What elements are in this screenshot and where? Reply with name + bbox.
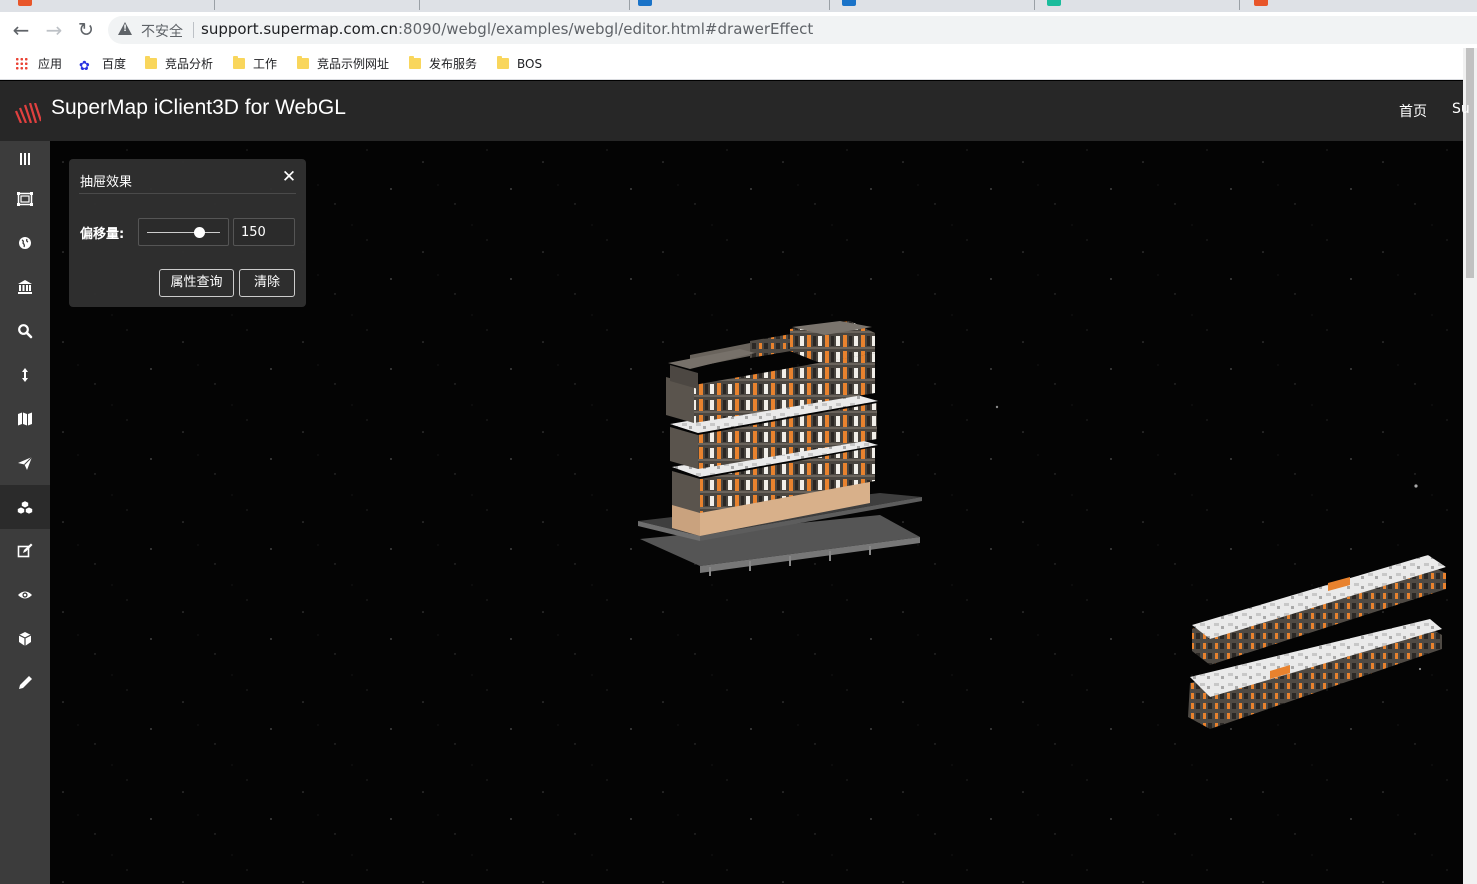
bookmark-baidu[interactable]: ✿ 百度 — [79, 55, 127, 74]
bookmark-folder[interactable]: 竞品分析 — [145, 55, 213, 73]
sidebar-item-globe[interactable] — [0, 221, 50, 265]
bars-icon — [20, 153, 30, 165]
folder-icon — [409, 56, 421, 69]
folder-icon — [145, 56, 157, 69]
star — [995, 405, 999, 409]
sidebar-item-layers[interactable] — [0, 177, 50, 221]
panel-divider — [79, 193, 296, 194]
browser-tab[interactable] — [215, 0, 420, 12]
bookmark-label: 竞品分析 — [165, 57, 214, 71]
slider-thumb[interactable] — [194, 227, 206, 238]
offset-input[interactable] — [233, 218, 295, 246]
paper-plane-icon — [18, 456, 33, 470]
url-path: :8090/webgl/examples/webgl/editor.html#d… — [398, 20, 814, 38]
app-title: SuperMap iClient3D for WebGL — [51, 96, 346, 119]
pencil-icon — [19, 676, 32, 689]
offset-slider[interactable] — [138, 218, 229, 246]
nav-home[interactable]: 首页 — [1399, 101, 1427, 121]
bookmark-label: 工作 — [253, 57, 278, 71]
panel-title: 抽屉效果 — [80, 175, 133, 190]
sidebar-item-draw[interactable] — [0, 661, 50, 705]
apps-grid-icon — [15, 57, 28, 70]
omnibox[interactable]: 不安全 support.supermap.com.cn:8090/webgl/e… — [108, 16, 1477, 44]
url-text[interactable]: support.supermap.com.cn:8090/webgl/examp… — [201, 20, 813, 38]
bookmark-folder[interactable]: 竞品示例网址 — [297, 55, 389, 73]
bookmark-label: 应用 — [38, 57, 63, 71]
star — [1414, 484, 1418, 488]
browser-address-bar: ← → ↻ 不安全 support.supermap.com.cn:8090/w… — [0, 12, 1477, 48]
url-host: support.supermap.com.cn — [201, 20, 398, 38]
reload-icon[interactable]: ↻ — [74, 18, 98, 42]
tab-favicon-icon — [18, 0, 32, 6]
attribute-query-button[interactable]: 属性查询 — [159, 269, 234, 297]
bookmark-folder[interactable]: BOS — [497, 55, 542, 73]
vertical-arrows-icon — [22, 368, 28, 382]
bookmark-folder[interactable]: 工作 — [233, 55, 277, 73]
folder-icon — [497, 56, 509, 69]
tab-favicon-icon — [1047, 0, 1061, 6]
nav-supermap[interactable]: Su — [1452, 101, 1470, 117]
sidebar-item-visibility[interactable] — [0, 573, 50, 617]
map-icon — [18, 412, 32, 426]
sidebar-item-height[interactable] — [0, 353, 50, 397]
browser-tab[interactable] — [630, 0, 830, 12]
tab-favicon-icon — [638, 0, 652, 6]
institution-icon — [18, 280, 32, 294]
sidebar-item-search[interactable] — [0, 309, 50, 353]
slider-track[interactable] — [147, 232, 220, 233]
folder-icon — [297, 56, 309, 69]
browser-tab[interactable] — [830, 0, 1035, 12]
omnibox-divider — [193, 22, 194, 38]
browser-tab[interactable] — [0, 0, 215, 12]
sidebar-item-model[interactable] — [0, 617, 50, 661]
back-arrow-icon[interactable]: ← — [9, 18, 33, 42]
browser-tab-strip — [0, 0, 1477, 12]
browser-tab[interactable] — [1035, 0, 1240, 12]
sidebar-item-menu-toggle[interactable] — [0, 137, 50, 181]
security-status[interactable]: 不安全 — [141, 21, 183, 41]
offset-label: 偏移量: — [80, 227, 125, 242]
clear-button[interactable]: 清除 — [239, 269, 295, 297]
scrollbar-thumb[interactable] — [1466, 48, 1474, 278]
bookmark-apps[interactable]: 应用 — [15, 55, 62, 73]
forward-arrow-icon[interactable]: → — [42, 18, 66, 42]
page-scrollbar[interactable] — [1463, 48, 1477, 884]
browser-tab[interactable] — [420, 0, 630, 12]
eye-icon — [18, 591, 32, 599]
edit-icon — [17, 543, 33, 558]
tab-favicon-icon — [1254, 0, 1268, 6]
cubes-icon — [17, 500, 33, 515]
sidebar-item-map[interactable] — [0, 397, 50, 441]
star — [1418, 667, 1422, 671]
supermap-logo-icon — [15, 103, 41, 123]
baidu-paw-icon: ✿ — [79, 59, 90, 74]
browser-tab[interactable] — [1240, 0, 1440, 12]
bookmark-folder[interactable]: 发布服务 — [409, 55, 477, 73]
bookmark-label: 竞品示例网址 — [317, 57, 390, 71]
close-icon[interactable]: ✕ — [279, 167, 299, 187]
bookmark-label: 发布服务 — [429, 57, 478, 71]
search-icon — [18, 324, 33, 339]
sidebar-item-analysis[interactable] — [0, 485, 50, 529]
sidebar-item-edit[interactable] — [0, 529, 50, 573]
sidebar-item-fly[interactable] — [0, 441, 50, 485]
sidebar-item-buildings[interactable] — [0, 265, 50, 309]
bookmark-label: BOS — [517, 57, 543, 71]
bookmarks-bar: 应用 ✿ 百度 竞品分析 工作 竞品示例网址 发布服务 BOS — [0, 48, 1463, 80]
warning-icon[interactable] — [118, 22, 132, 35]
image-frame-icon — [17, 192, 33, 206]
folder-icon — [233, 56, 245, 69]
cube-icon — [18, 632, 32, 646]
globe-icon — [19, 237, 31, 249]
tab-favicon-icon — [842, 0, 856, 6]
drawer-effect-panel: 抽屉效果 ✕ 偏移量: 属性查询 清除 — [69, 159, 306, 307]
tool-sidebar — [0, 141, 50, 884]
app-header: SuperMap iClient3D for WebGL 首页 Su — [0, 81, 1470, 141]
bookmark-label: 百度 — [102, 57, 127, 71]
